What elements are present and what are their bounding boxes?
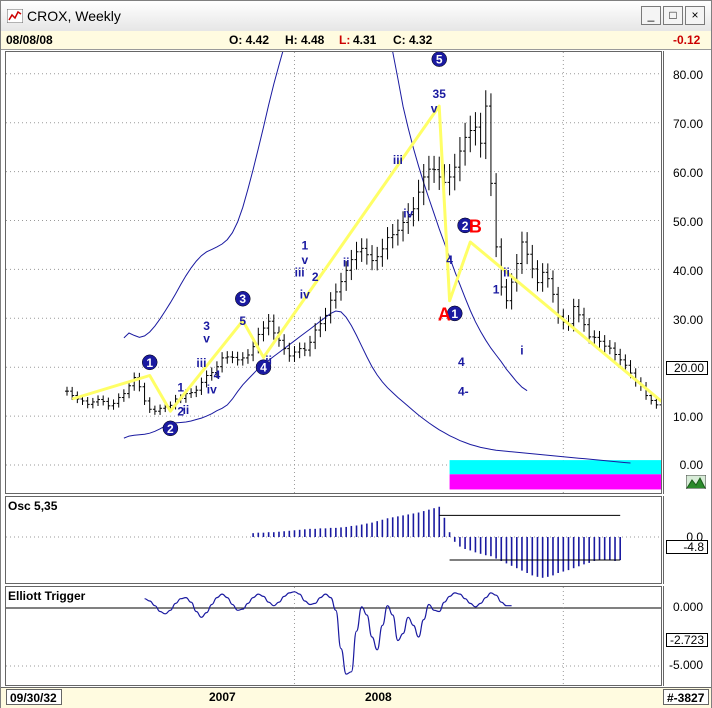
wave-label: 4 <box>214 368 221 382</box>
wave-label: 1 <box>451 307 458 321</box>
y-tick-label: 10.00 <box>672 410 703 424</box>
pti-zone-lower <box>449 474 661 490</box>
wave-label: 2 <box>312 270 319 284</box>
chart-window: CROX, Weekly _ □ × 08/08/08 O: 4.42 H: 4… <box>0 0 712 708</box>
y-tick-label: 70.00 <box>672 117 703 131</box>
wave-label: 35 <box>433 87 447 101</box>
wave-label: 5 <box>239 314 246 328</box>
wave-label: iv <box>403 207 413 221</box>
ohlc-info-bar: 08/08/08 O: 4.42 H: 4.48 L: 4.31 C: 4.32… <box>1 31 711 50</box>
price-chart[interactable]: 1234535v21312iiiiiiv43v5iiiii1viv2iiiiii… <box>6 0 712 493</box>
y-tick-label: 0.00 <box>679 458 703 472</box>
wave-label: iii <box>393 153 403 167</box>
info-close: C: 4.32 <box>393 33 433 47</box>
target-label: 4 <box>458 355 465 369</box>
info-high: H: 4.48 <box>285 33 325 47</box>
elliott-wave-line <box>71 104 712 446</box>
minimize-button[interactable]: _ <box>641 6 661 25</box>
price-axis[interactable]: 80.00 70.00 60.00 50.00 40.00 30.00 20.0… <box>663 51 709 494</box>
info-date: 08/08/08 <box>6 33 53 47</box>
wave-label: i <box>520 344 523 358</box>
abc-wave-label: A <box>438 304 451 324</box>
wave-label: ii <box>503 265 510 279</box>
x-tick-2007: 2007 <box>209 690 236 704</box>
trigger-min-label: -5.000 <box>668 658 703 672</box>
wave-label: 2 <box>167 422 174 436</box>
price-panel[interactable]: 1234535v21312iiiiiiv43v5iiiii1viv2iiiiii… <box>5 0 712 494</box>
close-icon: × <box>691 8 699 22</box>
maximize-button[interactable]: □ <box>663 6 683 25</box>
wave-label: iii <box>196 356 206 370</box>
wave-label: v <box>431 102 438 116</box>
wave-label: ii <box>183 403 190 417</box>
info-low-label: L: <box>339 33 351 47</box>
wave-label: iii <box>295 265 305 279</box>
wave-label: iv <box>300 287 310 301</box>
minimize-icon: _ <box>647 8 655 22</box>
window-title: CROX, Weekly <box>27 8 121 24</box>
date-bar[interactable]: 09/30/32 2007 2008 #-3827 <box>1 687 711 708</box>
osc-title: Osc 5,35 <box>8 499 58 513</box>
abc-wave-label: B <box>469 216 482 236</box>
oscillator-panel[interactable]: Osc 5,35 <box>5 496 662 584</box>
wave-label: 1 <box>493 282 500 296</box>
elliott-trigger-line <box>144 591 512 675</box>
trigger-current-box: -2.723 <box>666 633 708 647</box>
channel-lower-line <box>123 310 631 464</box>
maximize-icon: □ <box>669 8 677 22</box>
wave-label: ii <box>343 256 350 270</box>
current-price-box: 20.00 <box>666 361 708 375</box>
osc-current-box: -4.8 <box>666 540 708 554</box>
wave-label: 1 <box>301 238 308 252</box>
trigger-zero-label: 0.000 <box>672 600 703 614</box>
elliott-trigger-panel[interactable]: Elliott Trigger <box>5 586 662 686</box>
elliott-trigger-chart[interactable] <box>6 587 661 685</box>
wave-label: v <box>301 253 308 267</box>
osc-axis[interactable]: 0.0 -4.8 <box>663 496 709 584</box>
y-tick-label: 60.00 <box>672 166 703 180</box>
y-tick-label: 50.00 <box>672 215 703 229</box>
y-tick-label: 30.00 <box>672 313 703 327</box>
wave-label: 1 <box>146 356 153 370</box>
trigger-axis[interactable]: 0.000 -2.723 -5.000 <box>663 586 709 686</box>
y-tick-label: 80.00 <box>672 68 703 82</box>
wave-label: 3 <box>239 292 246 306</box>
wave-label: 5 <box>436 53 443 67</box>
pti-zone-upper <box>449 460 661 475</box>
wave-label: 2 <box>462 219 469 233</box>
wave-label: 4 <box>446 253 453 267</box>
title-bar[interactable]: CROX, Weekly _ □ × <box>1 1 711 32</box>
wave-label: ii <box>265 353 272 367</box>
close-button[interactable]: × <box>685 6 705 25</box>
x-tick-2008: 2008 <box>365 690 392 704</box>
bar-count-box: #-3827 <box>663 689 709 705</box>
chart-app-icon <box>7 9 23 23</box>
info-low-value: 4.31 <box>353 33 377 47</box>
trigger-title: Elliott Trigger <box>8 589 86 603</box>
oscillator-chart[interactable] <box>6 497 661 583</box>
wave-label: 1 <box>177 380 184 394</box>
y-tick-label: 40.00 <box>672 264 703 278</box>
wave-label: v <box>203 331 210 345</box>
info-change: -0.12 <box>673 33 701 47</box>
info-open: O: 4.42 <box>229 33 270 47</box>
wave-label: iv <box>207 383 217 397</box>
target-label: 4- <box>458 385 469 399</box>
mountain-icon[interactable] <box>686 475 706 489</box>
cursor-date-box: 09/30/32 <box>6 689 62 705</box>
